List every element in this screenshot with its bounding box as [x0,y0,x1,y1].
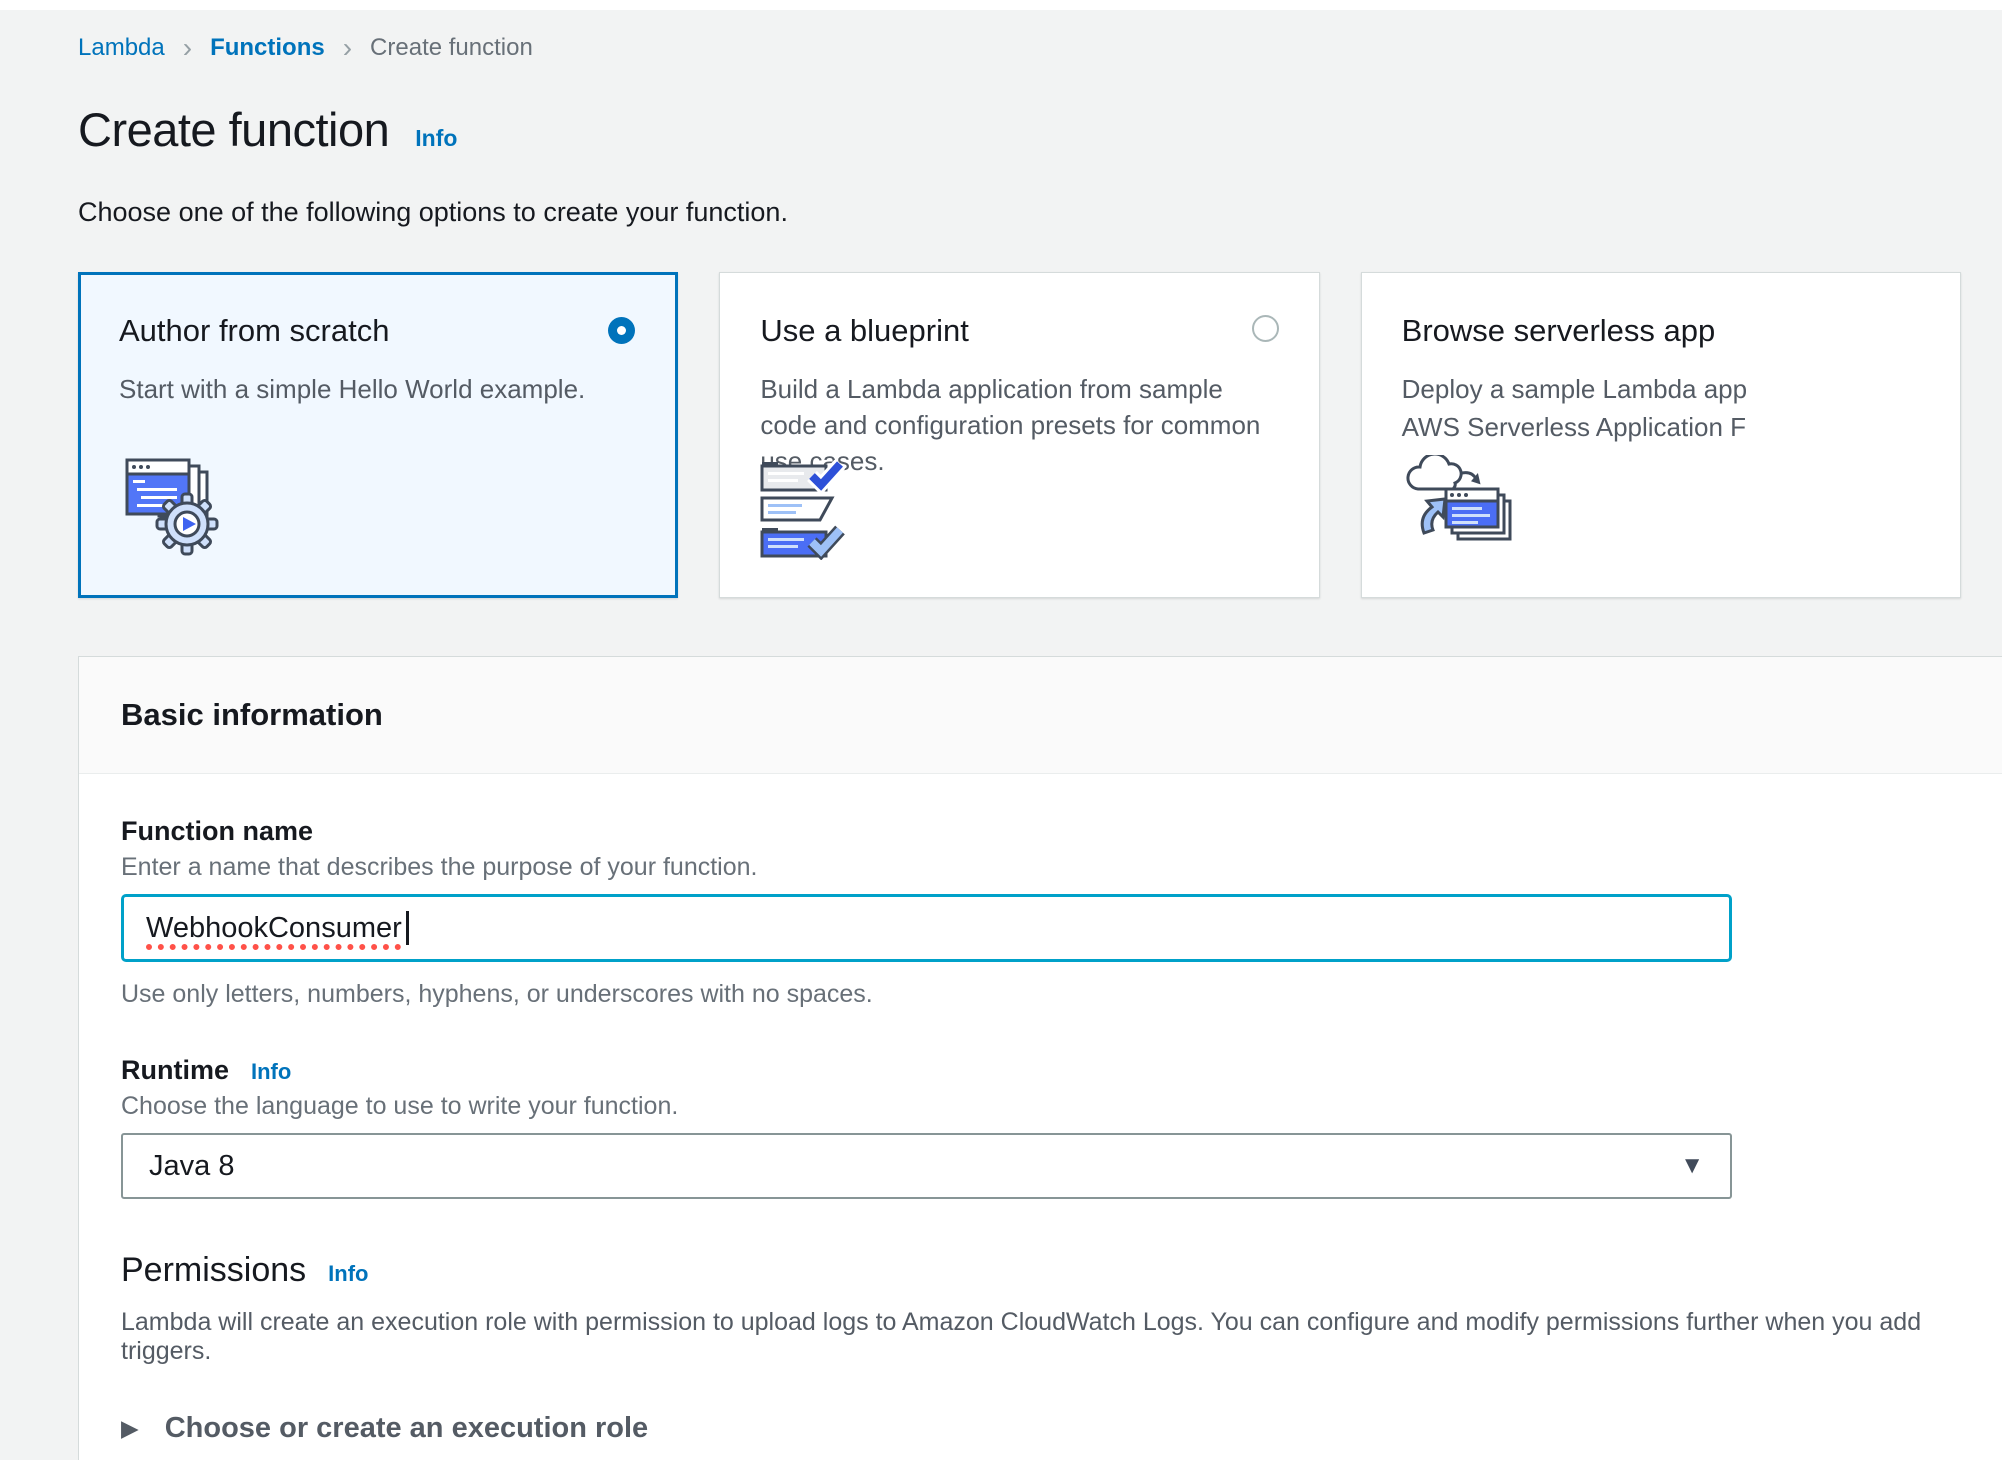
function-name-input[interactable]: WebhookConsumer [121,894,1732,962]
creation-option-cards: Author from scratch Start with a simple … [78,272,2002,598]
panel-title: Basic information [121,697,383,732]
serverless-app-icon [1402,455,1522,565]
blueprint-icon [760,460,870,565]
execution-role-expander-label: Choose or create an execution role [165,1412,648,1445]
breadcrumb-lambda-link[interactable]: Lambda [78,34,165,62]
basic-information-header: Basic information [79,657,2002,774]
execution-role-expander[interactable]: ▶ Choose or create an execution role [121,1412,1997,1445]
breadcrumb-chevron-icon: › [183,36,192,60]
card-title: Browse serverless app [1402,313,1920,349]
chevron-down-icon: ▼ [1680,1152,1704,1180]
breadcrumb-functions-link[interactable]: Functions [210,34,325,62]
expand-triangle-icon: ▶ [121,1415,139,1442]
runtime-label: Runtime [121,1055,229,1086]
permissions-heading: Permissions [121,1251,306,1290]
page-title-info-link[interactable]: Info [415,125,457,152]
use-a-blueprint-radio[interactable] [1252,315,1279,342]
page-title: Create function [78,102,389,157]
create-function-page: Lambda › Functions › Create function Cre… [0,0,2002,1460]
top-strip [0,0,2002,10]
permissions-info-link[interactable]: Info [328,1261,368,1287]
card-use-a-blueprint[interactable]: Use a blueprint Build a Lambda applicati… [719,272,1319,598]
card-author-from-scratch[interactable]: Author from scratch Start with a simple … [78,272,678,598]
function-name-label: Function name [121,816,1997,847]
card-browse-serverless-app[interactable]: Browse serverless app Deploy a sample La… [1361,272,1961,598]
runtime-selected-value: Java 8 [149,1150,234,1183]
text-caret [406,911,409,945]
card-description: Start with a simple Hello World example. [119,371,637,407]
function-name-constraint: Use only letters, numbers, hyphens, or u… [121,980,1997,1009]
function-name-description: Enter a name that describes the purpose … [121,853,1997,882]
runtime-info-link[interactable]: Info [251,1059,291,1085]
card-description-line1: Deploy a sample Lambda app [1402,371,1920,407]
breadcrumb-current: Create function [370,34,533,62]
page-subtitle: Choose one of the following options to c… [78,197,2002,228]
card-title: Use a blueprint [760,313,1278,349]
runtime-description: Choose the language to use to write your… [121,1092,1997,1121]
author-from-scratch-icon [121,458,239,563]
card-description-line2: AWS Serverless Application F [1402,409,1920,445]
breadcrumb: Lambda › Functions › Create function [78,34,2002,62]
card-title: Author from scratch [119,313,637,349]
runtime-select[interactable]: Java 8 ▼ [121,1133,1732,1199]
function-name-value: WebhookConsumer [146,912,402,945]
breadcrumb-chevron-icon: › [343,36,352,60]
permissions-description: Lambda will create an execution role wit… [121,1308,1997,1366]
basic-information-panel: Basic information Function name Enter a … [78,656,2002,1460]
